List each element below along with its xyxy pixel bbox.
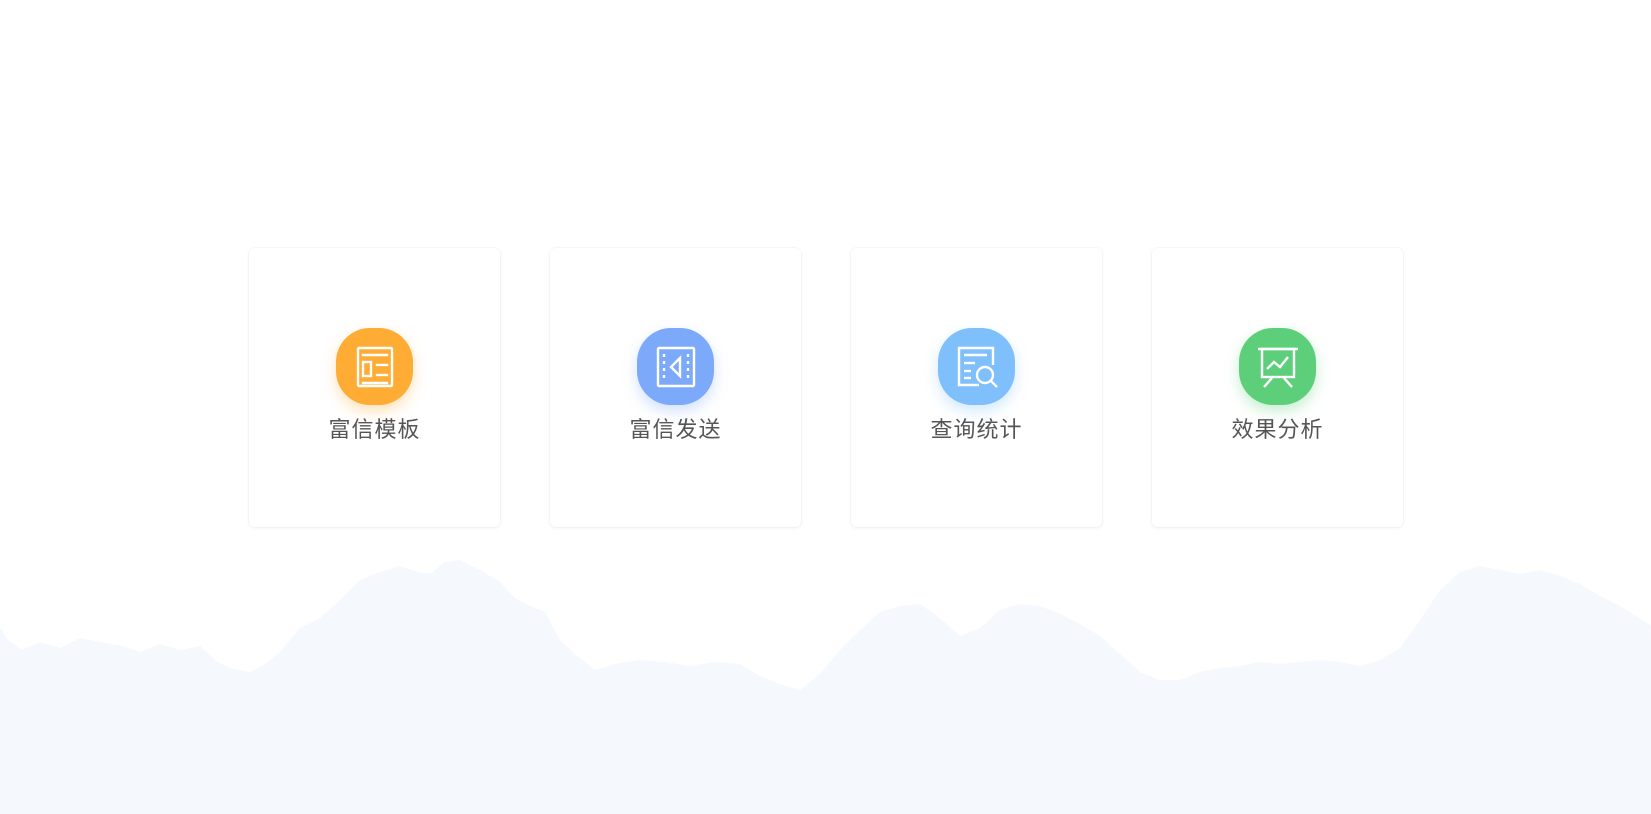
card-label: 富信模板: [328, 418, 421, 443]
background-clouds: [0, 560, 1651, 814]
template-tile: [336, 328, 413, 405]
query-tile: [938, 328, 1015, 405]
card-rich-send[interactable]: 富信发送: [550, 248, 801, 527]
template-document-icon: [356, 346, 393, 387]
card-label: 查询统计: [930, 418, 1023, 443]
card-label: 效果分析: [1231, 418, 1324, 443]
card-rich-template[interactable]: 富信模板: [249, 248, 500, 527]
send-tile: [637, 328, 714, 405]
analysis-tile: [1239, 328, 1316, 405]
card-label: 富信发送: [629, 418, 722, 443]
send-icon: [656, 346, 695, 387]
card-query-stats[interactable]: 查询统计: [851, 248, 1102, 527]
search-report-icon: [957, 346, 998, 388]
card-effect-analysis[interactable]: 效果分析: [1152, 248, 1403, 527]
presentation-chart-icon: [1257, 347, 1298, 388]
